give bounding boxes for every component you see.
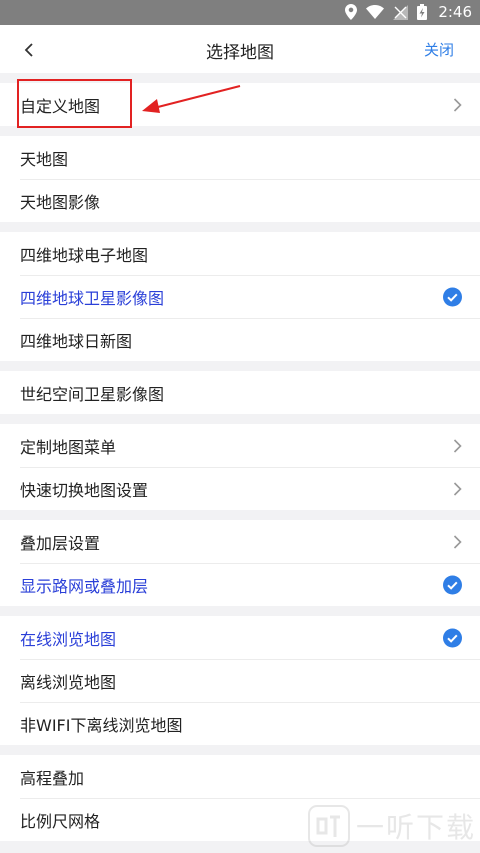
section-custom: 自定义地图 [0, 83, 480, 126]
section-browse: 在线浏览地图 离线浏览地图 非WIFI下离线浏览地图 [0, 616, 480, 745]
item-label: 离线浏览地图 [20, 672, 117, 692]
check-circle-icon [443, 575, 462, 594]
list-item-custom-menu[interactable]: 定制地图菜单 [0, 424, 480, 467]
top-nav-bar: 选择地图 关闭 [0, 25, 480, 73]
page-title: 选择地图 [206, 43, 274, 63]
status-time: 2:46 [438, 3, 472, 21]
signal-icon [393, 4, 409, 20]
list-item-elevation[interactable]: 高程叠加 [0, 755, 480, 798]
section-menu: 定制地图菜单 快速切换地图设置 [0, 424, 480, 510]
list-item-custom-map[interactable]: 自定义地图 [0, 83, 480, 126]
list-item-tianditu-imagery[interactable]: 天地图影像 [0, 179, 480, 222]
wifi-icon [366, 5, 385, 19]
chevron-right-icon [453, 481, 462, 497]
item-label: 自定义地图 [20, 96, 101, 116]
watermark-text: 一听下载 [355, 811, 476, 844]
item-label: 非WIFI下离线浏览地图 [20, 715, 183, 735]
section-tianditu: 天地图 天地图影像 [0, 136, 480, 222]
item-label: 四维地球电子地图 [20, 245, 149, 265]
item-label: 显示路网或叠加层 [20, 576, 149, 596]
section-overlay: 叠加层设置 显示路网或叠加层 [0, 520, 480, 606]
item-label: 定制地图菜单 [20, 437, 117, 457]
item-label: 世纪空间卫星影像图 [20, 384, 165, 404]
list-item-quick-switch[interactable]: 快速切换地图设置 [0, 467, 480, 510]
list-item-non-wifi-offline[interactable]: 非WIFI下离线浏览地图 [0, 702, 480, 745]
watermark: 一听下载 [307, 805, 476, 847]
settings-list: 自定义地图 天地图 天地图影像 四维地球电子地图 四维地球卫星影像图 四维地球日… [0, 73, 480, 841]
list-item-show-roads[interactable]: 显示路网或叠加层 [0, 563, 480, 606]
list-item-siwei-electronic[interactable]: 四维地球电子地图 [0, 232, 480, 275]
list-item-overlay-settings[interactable]: 叠加层设置 [0, 520, 480, 563]
item-label: 在线浏览地图 [20, 629, 117, 649]
item-label: 快速切换地图设置 [20, 480, 149, 500]
section-siwei: 四维地球电子地图 四维地球卫星影像图 四维地球日新图 [0, 232, 480, 361]
chevron-right-icon [453, 534, 462, 550]
location-icon [345, 4, 358, 20]
check-circle-icon [443, 287, 462, 306]
list-item-online-browse[interactable]: 在线浏览地图 [0, 616, 480, 659]
list-item-century-satellite[interactable]: 世纪空间卫星影像图 [0, 371, 480, 414]
item-label: 天地图 [20, 149, 69, 169]
item-label: 高程叠加 [20, 768, 85, 788]
item-label: 比例尺网格 [20, 811, 101, 831]
list-item-tianditu[interactable]: 天地图 [0, 136, 480, 179]
check-circle-icon [443, 628, 462, 647]
item-label: 叠加层设置 [20, 533, 101, 553]
list-item-siwei-daily[interactable]: 四维地球日新图 [0, 318, 480, 361]
item-label: 天地图影像 [20, 192, 101, 212]
section-century: 世纪空间卫星影像图 [0, 371, 480, 414]
watermark-logo-icon [307, 805, 350, 847]
item-label: 四维地球卫星影像图 [20, 288, 165, 308]
chevron-right-icon [453, 97, 462, 113]
status-bar: 2:46 [0, 0, 480, 25]
item-label: 四维地球日新图 [20, 331, 133, 351]
chevron-right-icon [453, 438, 462, 454]
battery-icon [417, 4, 428, 20]
list-item-offline-browse[interactable]: 离线浏览地图 [0, 659, 480, 702]
list-item-siwei-satellite[interactable]: 四维地球卫星影像图 [0, 275, 480, 318]
close-button[interactable]: 关闭 [424, 39, 454, 60]
